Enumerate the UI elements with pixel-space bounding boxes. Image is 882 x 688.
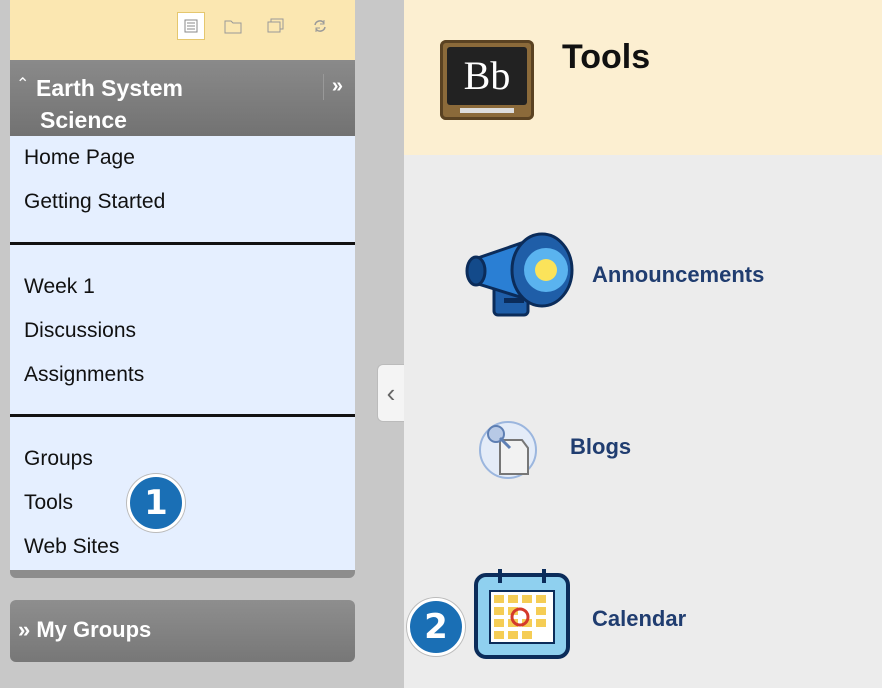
menu-item-discussions[interactable]: Discussions	[24, 319, 136, 343]
chalk-ledge	[460, 108, 514, 113]
folder-view-icon[interactable]	[219, 12, 247, 40]
refresh-icon[interactable]	[306, 12, 334, 40]
menu-bottom-edge	[10, 570, 355, 578]
blog-pin-icon	[479, 421, 537, 479]
menu-item-tools[interactable]: Tools	[24, 491, 73, 515]
menu-item-groups[interactable]: Groups	[24, 447, 93, 471]
menu-item-getting-started[interactable]: Getting Started	[24, 190, 165, 214]
callout-badge-2: 2	[407, 598, 465, 656]
menu-item-home-page[interactable]: Home Page	[24, 146, 135, 170]
main-content: Bb Tools Announcements Blogs Calendar	[404, 0, 882, 688]
blogs-link[interactable]: Blogs	[570, 434, 631, 460]
megaphone-icon	[465, 232, 574, 317]
course-title: Earth System Science	[36, 75, 184, 133]
logo-text: Bb	[447, 47, 527, 105]
menu-toolbar	[10, 0, 355, 60]
calendar-icon	[474, 569, 570, 659]
tool-calendar[interactable]	[472, 565, 572, 665]
page-header: Bb Tools	[404, 0, 882, 155]
announcements-link[interactable]: Announcements	[592, 262, 764, 288]
collapse-sidebar-handle[interactable]: ‹	[377, 364, 404, 422]
menu-item-web-sites[interactable]: Web Sites	[24, 535, 119, 559]
menu-item-week-1[interactable]: Week 1	[24, 275, 95, 299]
blackboard-logo: Bb	[440, 40, 534, 120]
menu-section-2: Week 1 Discussions Assignments	[10, 245, 355, 415]
tool-blogs[interactable]	[476, 418, 546, 483]
calendar-link[interactable]: Calendar	[592, 606, 686, 632]
menu-item-assignments[interactable]: Assignments	[24, 363, 144, 387]
list-view-icon[interactable]	[177, 12, 205, 40]
expand-menu-icon[interactable]: »	[322, 74, 343, 100]
new-window-icon[interactable]	[262, 12, 290, 40]
menu-section-1: Home Page Getting Started	[10, 136, 355, 243]
course-sidebar: ⌃ Earth System Science » Home Page Getti…	[0, 0, 404, 688]
tool-announcements[interactable]	[464, 230, 584, 325]
course-title-header[interactable]: ⌃ Earth System Science »	[10, 60, 355, 136]
my-groups-header[interactable]: » My Groups	[10, 600, 355, 662]
course-menu-panel: ⌃ Earth System Science » Home Page Getti…	[10, 0, 355, 688]
page-title: Tools	[562, 38, 651, 76]
callout-badge-1: 1	[127, 474, 185, 532]
my-groups-label: » My Groups	[18, 617, 152, 642]
